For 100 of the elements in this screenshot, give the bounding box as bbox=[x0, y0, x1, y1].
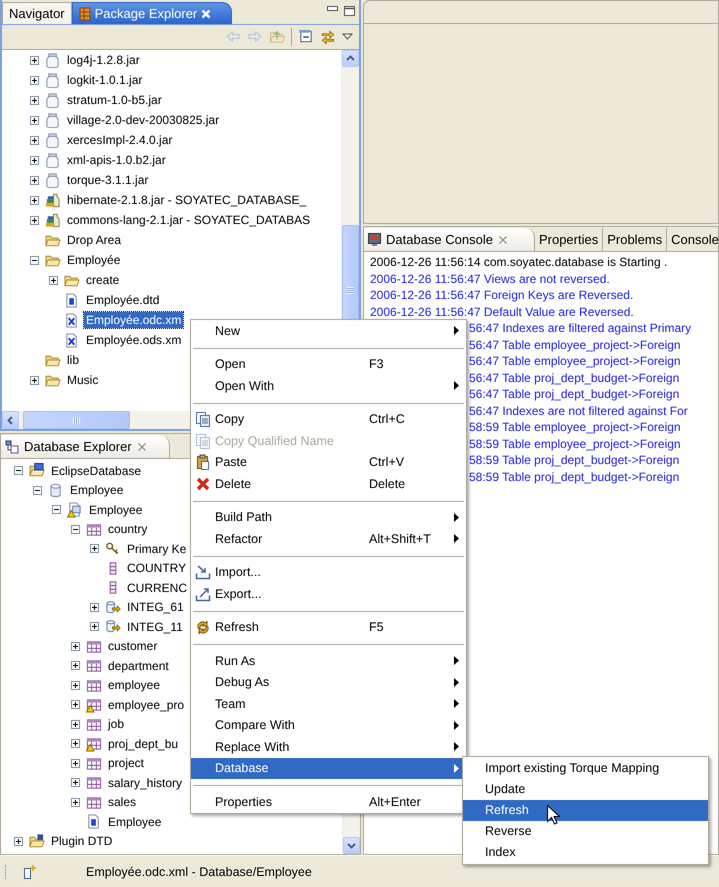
collapse-toggle[interactable] bbox=[52, 505, 61, 514]
tree-item[interactable]: Employée.ods.xm bbox=[84, 332, 184, 348]
collapse-toggle[interactable] bbox=[33, 486, 42, 495]
expand-toggle[interactable] bbox=[30, 156, 39, 164]
menu-item[interactable]: Open With bbox=[191, 375, 466, 396]
tree-item[interactable]: xml-apis-1.0.b2.jar bbox=[65, 152, 168, 168]
expand-toggle[interactable] bbox=[30, 136, 39, 144]
menu-item[interactable]: Replace With bbox=[191, 736, 466, 758]
collapse-toggle[interactable] bbox=[30, 256, 39, 264]
menu-item[interactable]: Delete Delete bbox=[191, 473, 466, 494]
menu-item[interactable]: Export... bbox=[191, 583, 466, 604]
tree-item[interactable]: commons-lang-2.1.jar - SOYATEC_DATABAS bbox=[65, 212, 312, 228]
expand-toggle[interactable] bbox=[49, 276, 58, 284]
view-tab[interactable]: Console bbox=[667, 228, 719, 251]
minimize-icon[interactable] bbox=[327, 6, 338, 12]
collapse-all-icon[interactable] bbox=[298, 29, 314, 45]
expand-toggle[interactable] bbox=[30, 176, 39, 184]
view-tab[interactable]: Database Explorer bbox=[1, 435, 170, 458]
expand-toggle[interactable] bbox=[71, 661, 80, 670]
tree-item[interactable]: EclipseDatabase bbox=[49, 462, 144, 479]
expand-toggle[interactable] bbox=[90, 602, 99, 612]
view-tab[interactable]: Problems bbox=[603, 228, 668, 251]
maximize-icon[interactable] bbox=[344, 6, 355, 16]
menu-item[interactable]: Team bbox=[191, 693, 466, 714]
tree-item[interactable]: lib bbox=[65, 352, 82, 368]
tree-item[interactable]: log4j-1.2.8.jar bbox=[65, 52, 142, 68]
collapse-toggle[interactable] bbox=[14, 466, 23, 476]
tree-item[interactable]: Employée bbox=[65, 252, 122, 268]
close-icon[interactable] bbox=[498, 234, 508, 244]
view-menu-icon[interactable] bbox=[342, 33, 353, 41]
menu-item[interactable]: Properties Alt+Enter bbox=[191, 791, 466, 812]
expand-toggle[interactable] bbox=[71, 778, 80, 788]
close-icon[interactable] bbox=[136, 442, 147, 452]
menu-item[interactable]: Index bbox=[463, 842, 708, 863]
menu-item[interactable]: Update bbox=[463, 779, 708, 800]
tree-item[interactable]: CURRENC bbox=[125, 580, 189, 596]
expand-toggle[interactable] bbox=[30, 216, 39, 224]
tree-item[interactable]: employee_pro bbox=[106, 696, 186, 713]
expand-toggle[interactable] bbox=[71, 758, 80, 768]
menu-item[interactable]: Import existing Torque Mapping bbox=[463, 758, 708, 779]
view-tab[interactable]: Properties bbox=[534, 228, 604, 251]
menu-item[interactable]: Open F3 bbox=[191, 354, 466, 375]
tree-item[interactable]: stratum-1.0-b5.jar bbox=[65, 92, 164, 108]
tree-item[interactable]: torque-3.1.1.jar bbox=[65, 172, 150, 188]
tree-item[interactable]: proj_dept_bu bbox=[106, 736, 180, 752]
scroll-thumb[interactable] bbox=[23, 411, 130, 429]
menu-item[interactable]: Build Path bbox=[191, 506, 466, 528]
tree-item[interactable]: Employée.odc.xm bbox=[84, 312, 184, 328]
tree-item[interactable]: Music bbox=[65, 372, 100, 388]
tree-item[interactable]: project bbox=[106, 755, 146, 772]
tree-item[interactable]: logkit-1.0.1.jar bbox=[65, 72, 144, 88]
tree-item[interactable]: Drop Area bbox=[65, 232, 124, 248]
tree-item[interactable]: salary_history bbox=[106, 774, 184, 791]
tree-item[interactable]: Employee bbox=[87, 502, 144, 518]
menu-item[interactable]: Copy Ctrl+C bbox=[191, 408, 466, 430]
tree-item[interactable]: Primary Ke bbox=[125, 540, 188, 557]
menu-item[interactable]: Run As bbox=[191, 650, 466, 672]
tree-item[interactable]: country bbox=[106, 521, 150, 538]
expand-toggle[interactable] bbox=[30, 76, 39, 84]
expand-toggle[interactable] bbox=[30, 116, 39, 124]
expand-toggle[interactable] bbox=[71, 739, 80, 748]
expand-toggle[interactable] bbox=[30, 96, 39, 104]
link-arrows-icon[interactable] bbox=[320, 29, 336, 45]
view-tab[interactable]: Package Explorer bbox=[72, 2, 232, 24]
tree-item[interactable]: Employee bbox=[106, 814, 164, 830]
tree-item[interactable]: Plugin DTD bbox=[49, 833, 114, 850]
tree-item[interactable]: department bbox=[106, 658, 171, 674]
tree-item[interactable]: Employée.dtd bbox=[84, 292, 162, 308]
view-tab[interactable]: Navigator bbox=[2, 2, 72, 24]
tree-item[interactable]: village-2.0-dev-20030825.jar bbox=[65, 112, 222, 128]
menu-item[interactable]: Refresh bbox=[463, 800, 708, 821]
tree-item[interactable]: customer bbox=[106, 638, 160, 654]
expand-toggle[interactable] bbox=[71, 720, 80, 729]
collapse-toggle[interactable] bbox=[71, 524, 80, 534]
tree-item[interactable]: create bbox=[84, 272, 122, 288]
tree-item[interactable]: INTEG_11 bbox=[125, 618, 185, 635]
menu-item[interactable]: Paste Ctrl+V bbox=[191, 452, 466, 473]
expand-toggle[interactable] bbox=[30, 376, 39, 384]
expand-toggle[interactable] bbox=[14, 836, 23, 846]
menu-item[interactable]: Debug As bbox=[191, 672, 466, 693]
expand-toggle[interactable] bbox=[90, 544, 99, 554]
menu-item[interactable]: Reverse bbox=[463, 821, 708, 842]
expand-toggle[interactable] bbox=[71, 642, 80, 651]
tree-item[interactable]: COUNTRY bbox=[125, 560, 188, 576]
menu-item[interactable]: Refresh F5 bbox=[191, 616, 466, 638]
tree-item[interactable]: INTEG_61 bbox=[125, 599, 186, 616]
page-sparkle-icon[interactable] bbox=[22, 864, 38, 880]
tree-item[interactable]: sales bbox=[106, 794, 138, 810]
expand-toggle[interactable] bbox=[71, 798, 80, 807]
menu-item[interactable]: Compare With bbox=[191, 714, 466, 736]
expand-toggle[interactable] bbox=[71, 680, 80, 690]
expand-toggle[interactable] bbox=[30, 56, 39, 64]
menu-item[interactable]: Import... bbox=[191, 562, 466, 583]
view-tab[interactable]: Database Console bbox=[364, 228, 535, 251]
expand-toggle[interactable] bbox=[30, 196, 39, 204]
expand-toggle[interactable] bbox=[71, 700, 80, 710]
tree-item[interactable]: xercesImpl-2.4.0.jar bbox=[65, 132, 174, 148]
tree-item[interactable]: job bbox=[106, 716, 126, 732]
tree-item[interactable]: employee bbox=[106, 677, 162, 694]
expand-toggle[interactable] bbox=[90, 622, 99, 632]
